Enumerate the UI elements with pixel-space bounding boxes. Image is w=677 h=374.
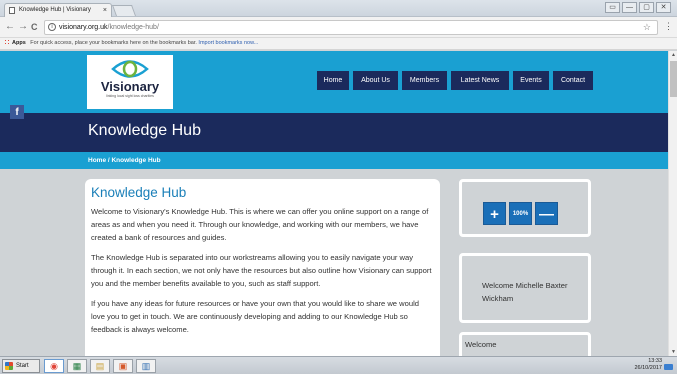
window-maximize-icon[interactable]: ▢ <box>639 2 654 13</box>
tray-time: 13:33 <box>648 358 662 364</box>
content-heading: Knowledge Hub <box>91 185 187 200</box>
url-path: /knowledge-hub/ <box>107 24 159 31</box>
scroll-down-icon[interactable]: ▼ <box>671 349 676 355</box>
welcome-panel-title: Welcome <box>465 340 497 349</box>
page-title: Knowledge Hub <box>88 122 201 139</box>
zoom-controls: + 100% — <box>483 202 558 225</box>
forward-icon[interactable]: → <box>18 21 28 33</box>
page-title-band: Knowledge Hub <box>0 113 668 152</box>
explorer-taskbar-icon[interactable]: ▤ <box>90 359 110 373</box>
zoom-reset-button[interactable]: 100% <box>509 202 532 225</box>
start-label: Start <box>16 363 29 369</box>
tab-title: Knowledge Hub | Visionary <box>19 7 91 13</box>
window-restore-icon[interactable]: ▭ <box>605 2 620 13</box>
scroll-up-icon[interactable]: ▲ <box>671 52 676 58</box>
app-taskbar-icon[interactable]: ▥ <box>136 359 156 373</box>
welcome-widget: Welcome Michelle Baxter Wickham <box>459 253 591 323</box>
logo-name: Visionary <box>100 79 160 94</box>
window-close-icon[interactable]: ✕ <box>656 2 671 13</box>
browser-titlebar: Knowledge Hub | Visionary × ▭ — ▢ ✕ <box>0 0 677 17</box>
zoom-widget: + 100% — <box>459 179 591 237</box>
nav-home[interactable]: Home <box>317 71 349 90</box>
welcome-user-text: Welcome Michelle Baxter Wickham <box>482 281 568 303</box>
reload-icon[interactable]: C <box>31 21 38 33</box>
scroll-thumb[interactable] <box>670 61 677 97</box>
chrome-taskbar-icon[interactable]: ◉ <box>44 359 64 373</box>
nav-members[interactable]: Members <box>402 71 447 90</box>
back-icon[interactable]: ← <box>5 21 15 33</box>
new-tab-button[interactable] <box>111 5 137 16</box>
excel-taskbar-icon[interactable]: ▦ <box>67 359 87 373</box>
eye-logo-icon <box>111 60 149 78</box>
nav-latest-news[interactable]: Latest News <box>451 71 509 90</box>
start-button[interactable]: Start <box>2 359 40 373</box>
bookmark-star-icon[interactable]: ☆ <box>643 21 651 34</box>
content-paragraph: If you have any ideas for future resourc… <box>91 299 419 334</box>
site-header: Visionary linking local sight loss chari… <box>0 51 668 113</box>
content-card: Knowledge Hub Welcome to Visionary's Kno… <box>85 179 440 356</box>
window-controls: ▭ — ▢ ✕ <box>605 2 671 13</box>
taskbar: Start ◉ ▦ ▤ ▣ ▥ 13:33 26/10/2017 <box>0 356 677 374</box>
welcome-panel: Welcome <box>459 332 591 356</box>
import-bookmarks-link[interactable]: Import bookmarks now... <box>198 40 258 46</box>
url-host: visionary.org.uk <box>59 24 108 31</box>
network-icon[interactable] <box>664 364 673 370</box>
address-bar: ← → C i visionary.org.uk/knowledge-hub/ … <box>0 17 677 38</box>
page-viewport: Visionary linking local sight loss chari… <box>0 51 668 356</box>
apps-link[interactable]: Apps <box>12 40 26 46</box>
nav-events[interactable]: Events <box>513 71 549 90</box>
tray-date: 26/10/2017 <box>634 365 662 371</box>
browser-tab[interactable]: Knowledge Hub | Visionary × <box>4 3 112 17</box>
breadcrumb[interactable]: Home / Knowledge Hub <box>88 152 161 169</box>
logo-tagline: linking local sight loss charities <box>106 94 154 98</box>
info-icon[interactable]: i <box>48 23 56 31</box>
outlook-taskbar-icon[interactable]: ▣ <box>113 359 133 373</box>
page-icon <box>9 7 15 14</box>
page-scrollbar[interactable]: ▲ ▼ <box>668 51 677 356</box>
site-logo[interactable]: Visionary linking local sight loss chari… <box>87 55 173 109</box>
nav-contact[interactable]: Contact <box>553 71 593 90</box>
nav-about-us[interactable]: About Us <box>353 71 398 90</box>
tab-close-icon[interactable]: × <box>103 4 107 17</box>
zoom-in-button[interactable]: + <box>483 202 506 225</box>
bookmarks-bar: Apps For quick access, place your bookma… <box>0 38 677 50</box>
windows-logo-icon <box>5 362 13 370</box>
bookmarks-hint: For quick access, place your bookmarks h… <box>30 40 197 46</box>
facebook-icon[interactable]: f <box>10 105 24 119</box>
system-tray: 13:33 26/10/2017 <box>614 358 674 374</box>
content-paragraph: Welcome to Visionary's Knowledge Hub. Th… <box>91 207 429 242</box>
apps-grid-icon[interactable] <box>4 39 10 45</box>
browser-menu-icon[interactable]: ⋮ <box>664 21 673 32</box>
breadcrumb-band: Home / Knowledge Hub <box>0 152 668 169</box>
content-paragraph: The Knowledge Hub is separated into our … <box>91 253 432 288</box>
window-minimize-icon[interactable]: — <box>622 2 637 13</box>
zoom-out-button[interactable]: — <box>535 202 558 225</box>
url-input[interactable]: i visionary.org.uk/knowledge-hub/ ☆ <box>44 20 658 35</box>
